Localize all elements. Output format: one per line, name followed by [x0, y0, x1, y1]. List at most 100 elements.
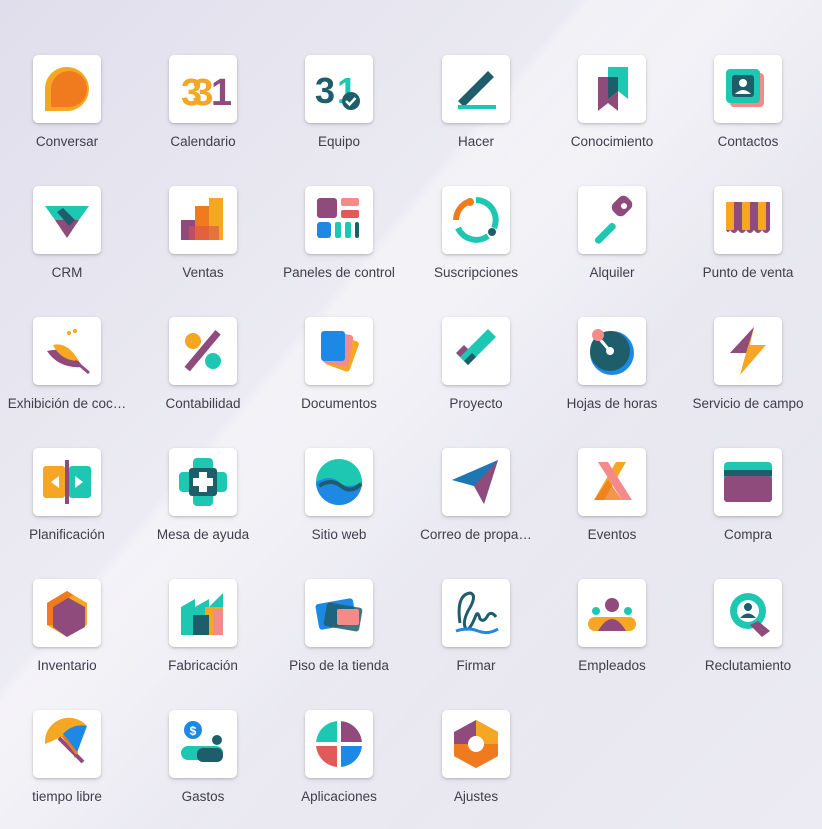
app-reclutamiento[interactable]: Reclutamiento	[680, 577, 816, 687]
svg-text:3: 3	[181, 72, 202, 114]
app-tile[interactable]	[33, 579, 101, 647]
app-tile[interactable]	[305, 579, 373, 647]
app-firmar[interactable]: Firmar	[408, 577, 544, 687]
dashboard-grid-icon	[317, 198, 359, 238]
app-alquiler[interactable]: Alquiler	[544, 184, 680, 294]
app-label: Empleados	[578, 658, 646, 673]
app-tile[interactable]	[714, 579, 782, 647]
app-label: Punto de venta	[702, 265, 794, 280]
app-tile[interactable]	[578, 579, 646, 647]
app-exhibición-de-coc[interactable]: Exhibición de coc…	[0, 315, 135, 425]
percent-icon	[184, 330, 221, 372]
app-tile[interactable]	[578, 448, 646, 516]
app-hacer[interactable]: Hacer	[408, 53, 544, 163]
svg-text:3: 3	[315, 70, 335, 111]
app-tile[interactable]	[442, 448, 510, 516]
app-tile[interactable]	[169, 448, 237, 516]
chat-bubble-icon	[44, 67, 89, 111]
app-label: Hacer	[457, 134, 494, 149]
app-tile[interactable]	[169, 317, 237, 385]
app-proyecto[interactable]: Proyecto	[408, 315, 544, 425]
app-documentos[interactable]: Documentos	[271, 315, 407, 425]
app-label: Piso de la tienda	[289, 658, 389, 673]
app-tile[interactable]	[442, 186, 510, 254]
app-tile[interactable]	[442, 710, 510, 778]
app-tile[interactable]	[169, 579, 237, 647]
app-tile[interactable]	[33, 710, 101, 778]
app-label: Contabilidad	[165, 396, 241, 411]
app-calendario[interactable]: 3 1 3 Calendario	[135, 53, 271, 163]
lightning-icon	[730, 327, 766, 375]
app-tile[interactable]	[714, 317, 782, 385]
app-tile[interactable]	[578, 186, 646, 254]
whisk-bowl-icon	[47, 329, 90, 375]
globe-wave-icon	[316, 459, 363, 505]
bookmark-icon	[598, 67, 628, 111]
app-tile[interactable]	[305, 448, 373, 516]
app-label: Inventario	[37, 658, 97, 673]
app-tile[interactable]	[442, 579, 510, 647]
app-crm[interactable]: CRM	[0, 184, 135, 294]
app-tile[interactable]: $	[169, 710, 237, 778]
app-tile[interactable]	[33, 186, 101, 254]
app-tile[interactable]: 313	[169, 55, 237, 123]
app-tile[interactable]	[714, 186, 782, 254]
app-label: Ajustes	[453, 789, 499, 804]
app-tile[interactable]	[442, 317, 510, 385]
factory-icon	[181, 593, 223, 635]
apps-quadrant-icon	[316, 721, 362, 767]
app-conocimiento[interactable]: Conocimiento	[544, 53, 680, 163]
app-hojas-de-horas[interactable]: Hojas de horas	[544, 315, 680, 425]
app-piso-de-la-tienda[interactable]: Piso de la tienda	[271, 577, 407, 687]
app-label: Documentos	[301, 396, 377, 411]
app-contactos[interactable]: Contactos	[680, 53, 816, 163]
paper-plane-icon	[452, 460, 498, 504]
credit-card-icon	[724, 462, 772, 502]
app-tile[interactable]	[33, 55, 101, 123]
app-tile[interactable]	[578, 55, 646, 123]
app-mesa-de-ayuda[interactable]: Mesa de ayuda	[135, 446, 271, 556]
app-conversar[interactable]: Conversar	[0, 53, 135, 163]
app-tile[interactable]	[714, 448, 782, 516]
app-tile[interactable]	[305, 186, 373, 254]
app-compra[interactable]: Compra	[680, 446, 816, 556]
app-servicio-de-campo[interactable]: Servicio de campo	[680, 315, 816, 425]
app-eventos[interactable]: Eventos	[544, 446, 680, 556]
app-tile[interactable]	[305, 317, 373, 385]
magnifier-person-icon	[730, 593, 770, 637]
app-tile[interactable]	[33, 448, 101, 516]
app-correo-de-propa[interactable]: Correo de propa…	[408, 446, 544, 556]
app-contabilidad[interactable]: Contabilidad	[135, 315, 271, 425]
documents-icon	[321, 331, 359, 372]
app-punto-de-venta[interactable]: Punto de venta	[680, 184, 816, 294]
shop-awning-icon	[726, 202, 770, 233]
app-fabricación[interactable]: Fabricación	[135, 577, 271, 687]
app-label: Paneles de control	[283, 265, 395, 280]
app-tile[interactable]	[578, 317, 646, 385]
app-tile[interactable]	[714, 55, 782, 123]
app-gastos[interactable]: $ Gastos	[135, 708, 271, 818]
app-ajustes[interactable]: Ajustes	[408, 708, 544, 818]
app-tile[interactable]	[33, 317, 101, 385]
app-ventas[interactable]: Ventas	[135, 184, 271, 294]
app-paneles-de-control[interactable]: Paneles de control	[271, 184, 407, 294]
calendar-check-icon: 31	[315, 70, 360, 111]
app-empleados[interactable]: Empleados	[544, 577, 680, 687]
calendar-icon: 313	[181, 72, 231, 114]
app-tile[interactable]: 31	[305, 55, 373, 123]
app-sitio-web[interactable]: Sitio web	[271, 446, 407, 556]
app-equipo[interactable]: 3 1 Equipo	[271, 53, 407, 163]
app-label: Reclutamiento	[704, 658, 792, 673]
app-tile[interactable]	[169, 186, 237, 254]
app-label: Proyecto	[449, 396, 503, 411]
app-suscripciones[interactable]: Suscripciones	[408, 184, 544, 294]
app-tile[interactable]	[442, 55, 510, 123]
app-planificación[interactable]: Planificación	[0, 446, 135, 556]
app-label: CRM	[51, 265, 83, 280]
contact-card-icon	[726, 69, 764, 107]
app-aplicaciones[interactable]: Aplicaciones	[271, 708, 407, 818]
app-inventario[interactable]: Inventario	[0, 577, 135, 687]
app-tile[interactable]	[305, 710, 373, 778]
app-tiempo-libre[interactable]: tiempo libre	[0, 708, 135, 818]
planning-arrows-icon	[43, 460, 91, 504]
